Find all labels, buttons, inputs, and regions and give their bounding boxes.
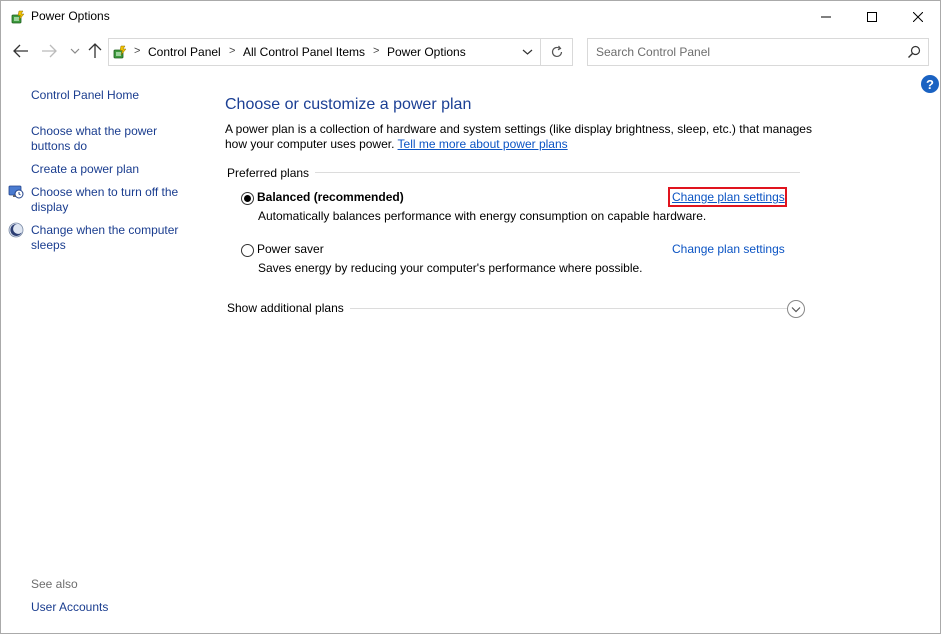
back-button[interactable] [11, 41, 31, 61]
radio-selected-dot [244, 195, 251, 202]
maximize-button[interactable] [849, 1, 895, 32]
arrow-up-icon [88, 43, 102, 58]
page-description: A power plan is a collection of hardware… [225, 122, 815, 152]
monitor-clock-icon [8, 185, 24, 199]
minimize-button[interactable] [803, 1, 849, 32]
left-panel: Control Panel Home Choose what the power… [1, 72, 201, 632]
window-title: Power Options [31, 9, 110, 23]
additional-plans-divider [349, 308, 789, 309]
recent-locations-button[interactable] [65, 41, 85, 61]
minimize-icon [821, 16, 831, 17]
address-bar[interactable]: > Control Panel > All Control Panel Item… [108, 38, 541, 66]
moon-icon [8, 222, 24, 238]
navigation-bar: > Control Panel > All Control Panel Item… [1, 32, 940, 72]
breadcrumb-separator[interactable]: > [134, 45, 140, 57]
power-saver-radio[interactable] [241, 244, 254, 257]
arrow-left-icon [13, 44, 28, 58]
forward-button[interactable] [39, 41, 59, 61]
control-panel-icon [113, 45, 127, 59]
breadcrumb-separator[interactable]: > [373, 45, 379, 57]
sidebar-item-sleep[interactable]: Change when the computer sleeps [31, 223, 196, 253]
search-input[interactable] [588, 39, 898, 65]
balanced-radio[interactable] [241, 192, 254, 205]
chevron-down-icon [791, 306, 801, 312]
change-plan-settings-balanced-link[interactable]: Change plan settings [672, 190, 785, 204]
sidebar-item-create-plan[interactable]: Create a power plan [31, 162, 196, 177]
search-icon[interactable] [907, 45, 921, 59]
maximize-icon [867, 11, 877, 22]
close-button[interactable] [895, 1, 941, 32]
refresh-button[interactable] [541, 38, 573, 66]
plan-name[interactable]: Power saver [257, 242, 324, 256]
see-also-title: See also [31, 577, 78, 591]
breadcrumb-separator[interactable]: > [229, 45, 235, 57]
preferred-plans-divider [313, 172, 800, 173]
main-content: Choose or customize a power plan A power… [225, 72, 825, 572]
arrow-right-icon [42, 44, 57, 58]
chevron-down-icon [70, 48, 80, 54]
see-also-user-accounts-link[interactable]: User Accounts [31, 600, 196, 615]
plan-name[interactable]: Balanced (recommended) [257, 190, 404, 204]
address-history-dropdown[interactable] [519, 45, 535, 59]
plan-description: Automatically balances performance with … [258, 209, 707, 223]
search-box[interactable] [587, 38, 929, 66]
breadcrumb-power-options[interactable]: Power Options [387, 45, 466, 59]
power-options-app-icon [11, 10, 25, 24]
expand-additional-plans-button[interactable] [787, 300, 805, 318]
show-additional-plans-label[interactable]: Show additional plans [227, 301, 350, 315]
change-plan-settings-power-saver-link[interactable]: Change plan settings [672, 242, 785, 256]
plan-power-saver: Power saver Saves energy by reducing you… [241, 242, 801, 282]
up-button[interactable] [85, 41, 105, 61]
sidebar-item-turn-off-display[interactable]: Choose when to turn off the display [31, 185, 196, 215]
control-panel-home-link[interactable]: Control Panel Home [31, 88, 196, 103]
page-title: Choose or customize a power plan [225, 96, 472, 113]
help-icon[interactable]: ? [921, 75, 939, 93]
power-options-window: Power Options > Control Panel > All Cont… [0, 0, 941, 634]
breadcrumb-control-panel[interactable]: Control Panel [148, 45, 221, 59]
title-bar: Power Options [1, 1, 940, 32]
learn-more-link[interactable]: Tell me more about power plans [398, 137, 568, 151]
preferred-plans-label: Preferred plans [227, 166, 316, 180]
plan-balanced: Balanced (recommended) Automatically bal… [241, 187, 801, 230]
close-icon [913, 11, 923, 22]
breadcrumb-all-items[interactable]: All Control Panel Items [243, 45, 365, 59]
plan-description: Saves energy by reducing your computer's… [258, 261, 643, 275]
sidebar-item-power-buttons[interactable]: Choose what the power buttons do [31, 124, 196, 154]
chevron-down-icon [522, 49, 532, 55]
refresh-icon [551, 45, 562, 58]
